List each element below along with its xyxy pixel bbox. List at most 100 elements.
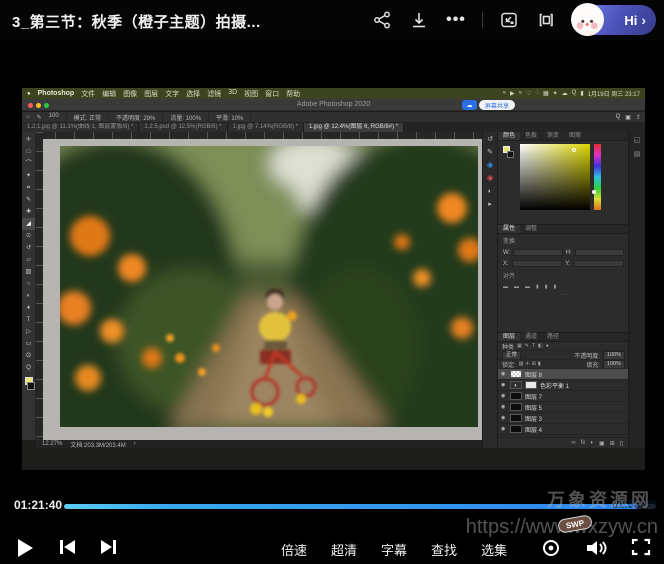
layers-panel-tab[interactable]: 通道	[520, 333, 542, 341]
align-button[interactable]: ▬	[525, 284, 530, 290]
download-icon[interactable]	[408, 9, 430, 31]
layers-panel-button[interactable]: ◐	[590, 440, 594, 446]
play-button[interactable]	[18, 539, 33, 557]
healing-tool[interactable]: ✚	[22, 206, 35, 218]
align-button[interactable]: ▬	[514, 284, 519, 290]
layer-visibility-icon[interactable]: ◉	[501, 426, 507, 432]
tool-option[interactable]: 平滑: 10%	[216, 113, 251, 122]
color-panel-tab[interactable]: 色板	[520, 132, 542, 140]
zoom-level[interactable]: 12.27%	[42, 441, 62, 447]
menubar-status-icon[interactable]: ✦	[553, 90, 558, 97]
dodge-tool[interactable]: ◐	[22, 290, 35, 302]
layers-panel-button[interactable]: ⊞	[610, 440, 615, 447]
layer-filter-icon[interactable]: T	[532, 343, 535, 349]
menubar-status-icon[interactable]: «	[503, 90, 506, 97]
status-chevron[interactable]: ›	[134, 441, 136, 447]
document-tab[interactable]: 1.jpg @ 7.14%(RGB/8) *	[228, 123, 304, 132]
tool-option[interactable]: 不透明度: 29%	[116, 113, 163, 122]
menubar-menu[interactable]: 窗口	[265, 89, 279, 99]
menubar-menu[interactable]: 3D	[228, 89, 237, 99]
history-brush-tool[interactable]: ↺	[22, 242, 35, 254]
hue-slider[interactable]	[594, 144, 601, 210]
properties-panel-tab[interactable]: 属性	[498, 225, 520, 233]
hand-tool[interactable]: ʘ	[22, 350, 35, 362]
fill-value[interactable]: 100%	[603, 360, 625, 369]
color-marker[interactable]	[572, 148, 576, 152]
record-icon[interactable]	[541, 538, 561, 563]
options-icon[interactable]: ▣	[625, 114, 631, 121]
ps-canvas[interactable]	[36, 132, 482, 440]
layer-visibility-icon[interactable]: ◉	[501, 371, 507, 377]
layer-row[interactable]: ◉◐色彩平衡 1	[498, 380, 629, 391]
shape-tool[interactable]: ▭	[22, 338, 35, 350]
screenshot-icon[interactable]	[498, 9, 520, 31]
layers-panel-button[interactable]: ▣	[599, 440, 605, 447]
next-episode-button[interactable]	[101, 540, 116, 554]
color-panel-tab[interactable]: 图案	[564, 132, 586, 140]
lock-icon[interactable]: ⊞	[532, 361, 536, 367]
layers-panel-button[interactable]: fx	[581, 440, 586, 446]
lock-icon[interactable]: ▮	[538, 361, 541, 367]
document-tab[interactable]: 1.2.5.psd @ 12.5%(RGB/8) *	[139, 123, 227, 132]
learn-panel-icon[interactable]: ◉	[487, 162, 493, 170]
screen-share-pill[interactable]: 屏幕共享	[479, 100, 515, 110]
document-tab[interactable]: 1.2.1.jpg @ 11.1%(曲线 1, 图层蒙版/8) *	[22, 123, 139, 132]
layers-panel-button[interactable]: ▯	[620, 440, 623, 447]
tool-option[interactable]: 100	[49, 113, 67, 122]
layers-panel-tab[interactable]: 图层	[498, 333, 520, 341]
search-button[interactable]: 查找	[431, 540, 457, 559]
brush-preset-icon[interactable]: ✎	[37, 114, 42, 121]
align-button[interactable]: ▮	[536, 284, 539, 290]
menubar-status-icon[interactable]: ☁	[562, 90, 568, 97]
background-color-swatch[interactable]	[27, 382, 35, 390]
layers-panel-tab[interactable]: 路径	[542, 333, 564, 341]
layer-filter-icon[interactable]: ◧	[538, 343, 543, 349]
layer-visibility-icon[interactable]: ◉	[501, 393, 507, 399]
layer-row[interactable]: ◉图层 4	[498, 424, 629, 435]
menubar-menu[interactable]: 帮助	[286, 89, 300, 99]
episodes-button[interactable]: 选集	[481, 540, 507, 559]
menubar-menu[interactable]: 选择	[186, 89, 200, 99]
crop-tool[interactable]: ⌗	[22, 182, 35, 194]
quality-button[interactable]: 超清	[331, 540, 357, 559]
layer-filter-icon[interactable]: ▦	[517, 343, 522, 349]
options-icon[interactable]: Q	[616, 114, 621, 121]
layer-filter-icon[interactable]: ✎	[525, 343, 529, 349]
pen-tool[interactable]: ♦	[22, 302, 35, 314]
menubar-menu[interactable]: 滤镜	[207, 89, 221, 99]
options-icon[interactable]: ⇪	[636, 114, 641, 121]
transform-field[interactable]	[574, 260, 625, 267]
blur-tool[interactable]: ○	[22, 278, 35, 290]
layers-panel-button[interactable]: ∞	[571, 440, 575, 446]
panel-collapse-icon[interactable]: ◱	[634, 136, 641, 144]
eyedropper-tool[interactable]: ✎	[22, 194, 35, 206]
menubar-menu[interactable]: 文件	[81, 89, 95, 99]
volume-icon[interactable]	[584, 538, 608, 563]
menubar-status-icon[interactable]: ▦	[543, 90, 549, 97]
float-window-icon[interactable]	[535, 9, 557, 31]
layer-row[interactable]: ◉图层 5	[498, 402, 629, 413]
path-select-tool[interactable]: ▷	[22, 326, 35, 338]
adjustments-panel-icon[interactable]: ◐	[488, 188, 492, 196]
color-panel-tab[interactable]: 颜色	[498, 132, 520, 140]
eraser-tool[interactable]: ▱	[22, 254, 35, 266]
history-panel-icon[interactable]: ↺	[487, 136, 493, 144]
menubar-status-icon[interactable]: ♡	[526, 90, 531, 97]
opacity-value[interactable]: 100%	[603, 351, 625, 360]
align-button[interactable]: ▬	[503, 284, 508, 290]
gradient-tool[interactable]: ▨	[22, 266, 35, 278]
menubar-menu[interactable]: 编辑	[102, 89, 116, 99]
align-button[interactable]: ▮	[554, 284, 557, 290]
lasso-tool[interactable]: ⌒	[22, 158, 35, 170]
menubar-status-icon[interactable]: ▶	[510, 90, 515, 97]
account-button[interactable]: Hi ›	[572, 5, 656, 35]
lock-icon[interactable]: ▨	[519, 361, 524, 367]
menubar-status-icon[interactable]: Q	[572, 90, 577, 97]
brush-tool[interactable]: ◢	[22, 218, 35, 230]
zoom-tool[interactable]: Q	[22, 362, 35, 374]
transform-field[interactable]	[512, 260, 563, 267]
blend-mode-select[interactable]: 正常	[502, 351, 521, 360]
color-panel-tab[interactable]: 渐变	[542, 132, 564, 140]
tool-option[interactable]: 流量: 100%	[170, 113, 209, 122]
menubar-app-name[interactable]: Photoshop	[38, 90, 75, 97]
